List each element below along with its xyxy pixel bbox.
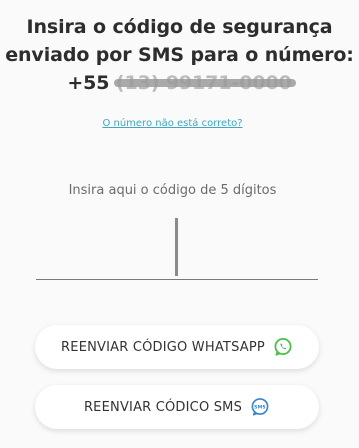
- phone-number-redacted: (13) 99171-0000: [113, 69, 296, 97]
- sms-verification-screen: Insira o código de segurança enviado por…: [0, 0, 359, 448]
- code-input-label: Insira aqui o código de 5 dígitos: [68, 183, 277, 198]
- resend-sms-button[interactable]: REENVIAR CÓDICO SMS SMS: [35, 385, 319, 429]
- whatsapp-icon: [273, 337, 293, 357]
- code-input-field[interactable]: [36, 212, 318, 280]
- resend-sms-label: REENVIAR CÓDICO SMS: [83, 399, 243, 415]
- text-caret: [175, 218, 178, 276]
- phone-country-code: +55: [67, 72, 110, 94]
- instruction-line-2: enviado por SMS para o número:: [5, 44, 354, 66]
- phone-number-line: +55 (13) 99171-0000: [0, 69, 359, 97]
- instruction-title: Insira o código de segurança enviado por…: [0, 13, 359, 97]
- sms-chat-icon: SMS: [250, 397, 270, 417]
- redaction-bar: [113, 79, 296, 87]
- svg-text:SMS: SMS: [254, 404, 266, 410]
- resend-whatsapp-label: REENVIAR CÓDIGO WHATSAPP: [61, 339, 265, 355]
- resend-whatsapp-button[interactable]: REENVIAR CÓDIGO WHATSAPP: [35, 325, 319, 369]
- instruction-line-1: Insira o código de segurança: [26, 16, 333, 38]
- wrong-number-link[interactable]: O número não está correto?: [0, 118, 345, 129]
